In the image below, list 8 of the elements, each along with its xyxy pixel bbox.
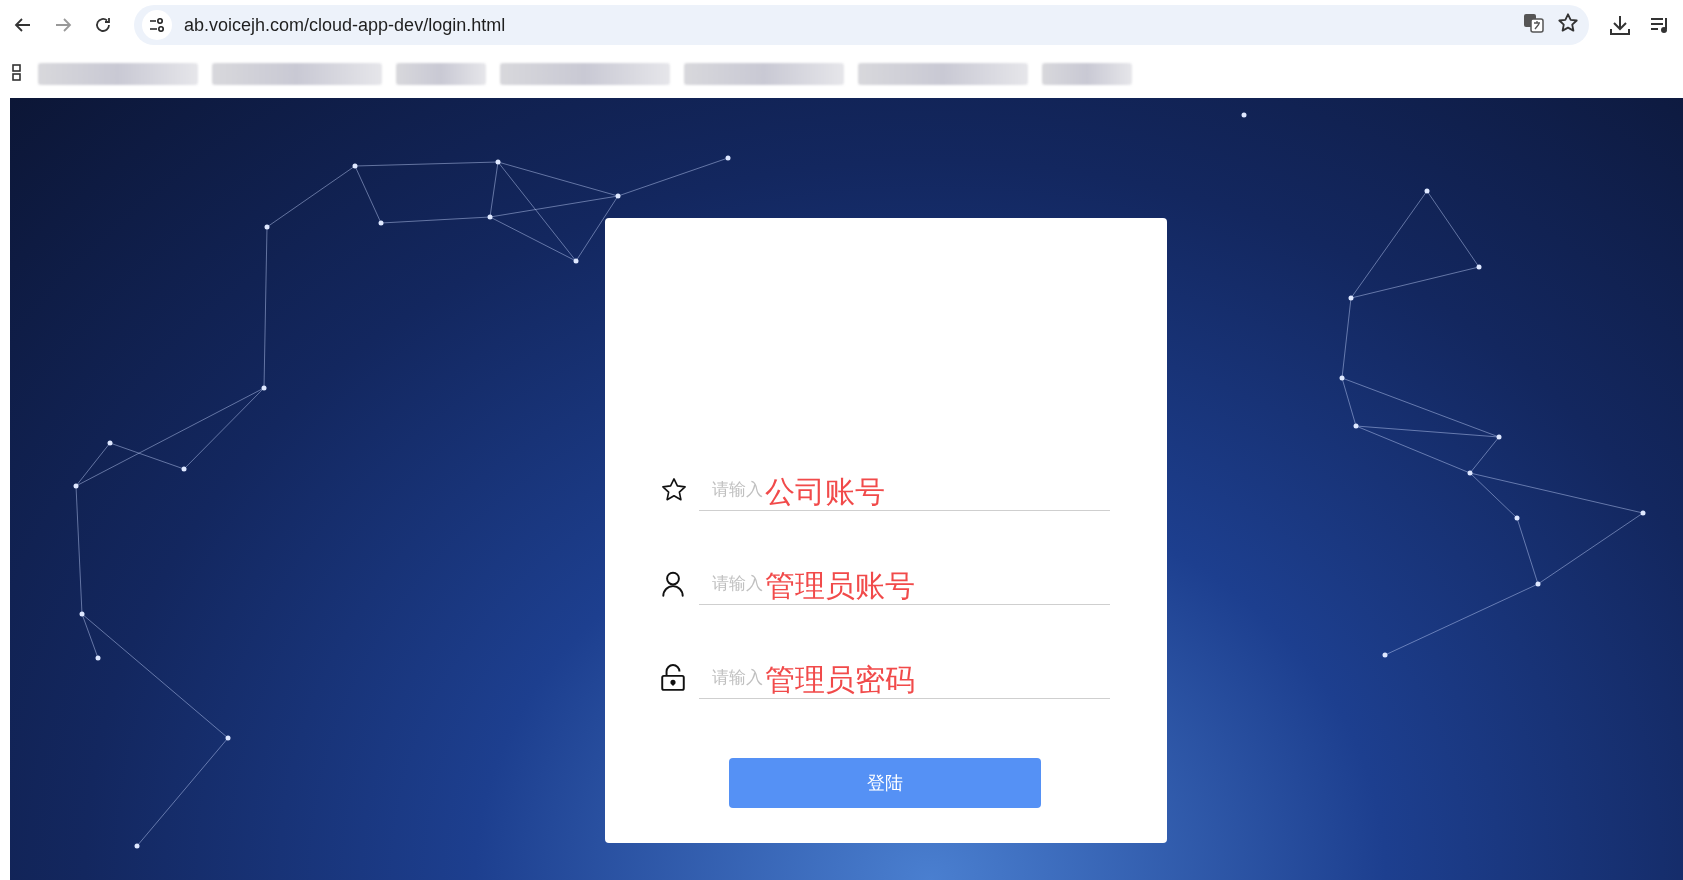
annotation-label: 管理员账号 — [765, 567, 915, 604]
annotation-label: 管理员密码 — [765, 661, 915, 698]
url-text: ab.voicejh.com/cloud-app-dev/login.html — [184, 14, 507, 36]
unlocked-padlock-icon — [660, 664, 686, 692]
site-settings-icon[interactable] — [142, 10, 172, 40]
user-icon — [660, 570, 686, 598]
address-bar[interactable]: ab.voicejh.com/cloud-app-dev/login.html — [134, 5, 1589, 45]
annotation-label: 公司账号 — [765, 473, 885, 510]
